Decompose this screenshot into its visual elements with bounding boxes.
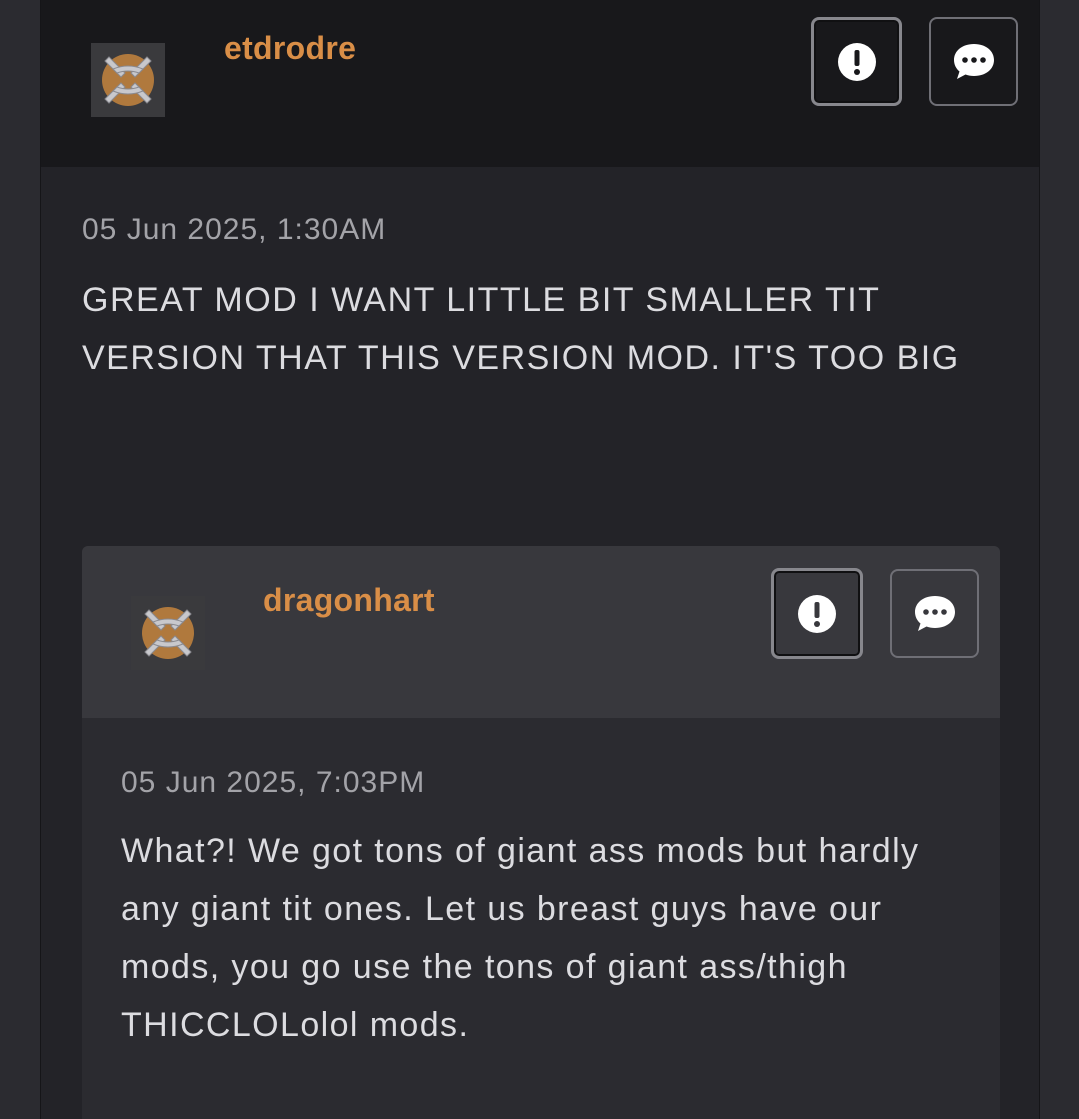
reply-body: What?! We got tons of giant ass mods but…: [121, 832, 920, 1044]
mod-logo-icon: [91, 43, 165, 117]
exclamation-circle-icon: [798, 594, 836, 633]
comment-username[interactable]: etdrodre: [224, 30, 356, 67]
mod-logo-icon: [131, 596, 205, 670]
reply-timestamp: 05 Jun 2025, 7:03PM: [121, 766, 426, 799]
comments-column: etdrodre 05 Jun 2025, 1:30AM GREAT MOD I…: [40, 0, 1040, 1119]
reply-username[interactable]: dragonhart: [263, 582, 435, 619]
comment-body: GREAT MOD I WANT LITTLE BIT SMALLER TIT …: [82, 281, 960, 377]
speech-bubble-icon: [953, 43, 994, 79]
speech-bubble-icon: [914, 595, 955, 631]
comment-timestamp: 05 Jun 2025, 1:30AM: [82, 213, 387, 246]
reply-header: dragonhart: [82, 546, 1000, 718]
reply-button[interactable]: [890, 569, 979, 658]
reply-comment: dragonhart 05 Jun 2025, 7:03PM What?! We…: [82, 546, 1000, 1119]
avatar[interactable]: [131, 596, 205, 670]
reply-button[interactable]: [929, 17, 1018, 106]
exclamation-circle-icon: [837, 42, 876, 81]
report-button[interactable]: [811, 17, 902, 106]
avatar[interactable]: [91, 43, 165, 117]
report-button[interactable]: [771, 568, 863, 659]
comment-header: etdrodre: [41, 0, 1039, 167]
